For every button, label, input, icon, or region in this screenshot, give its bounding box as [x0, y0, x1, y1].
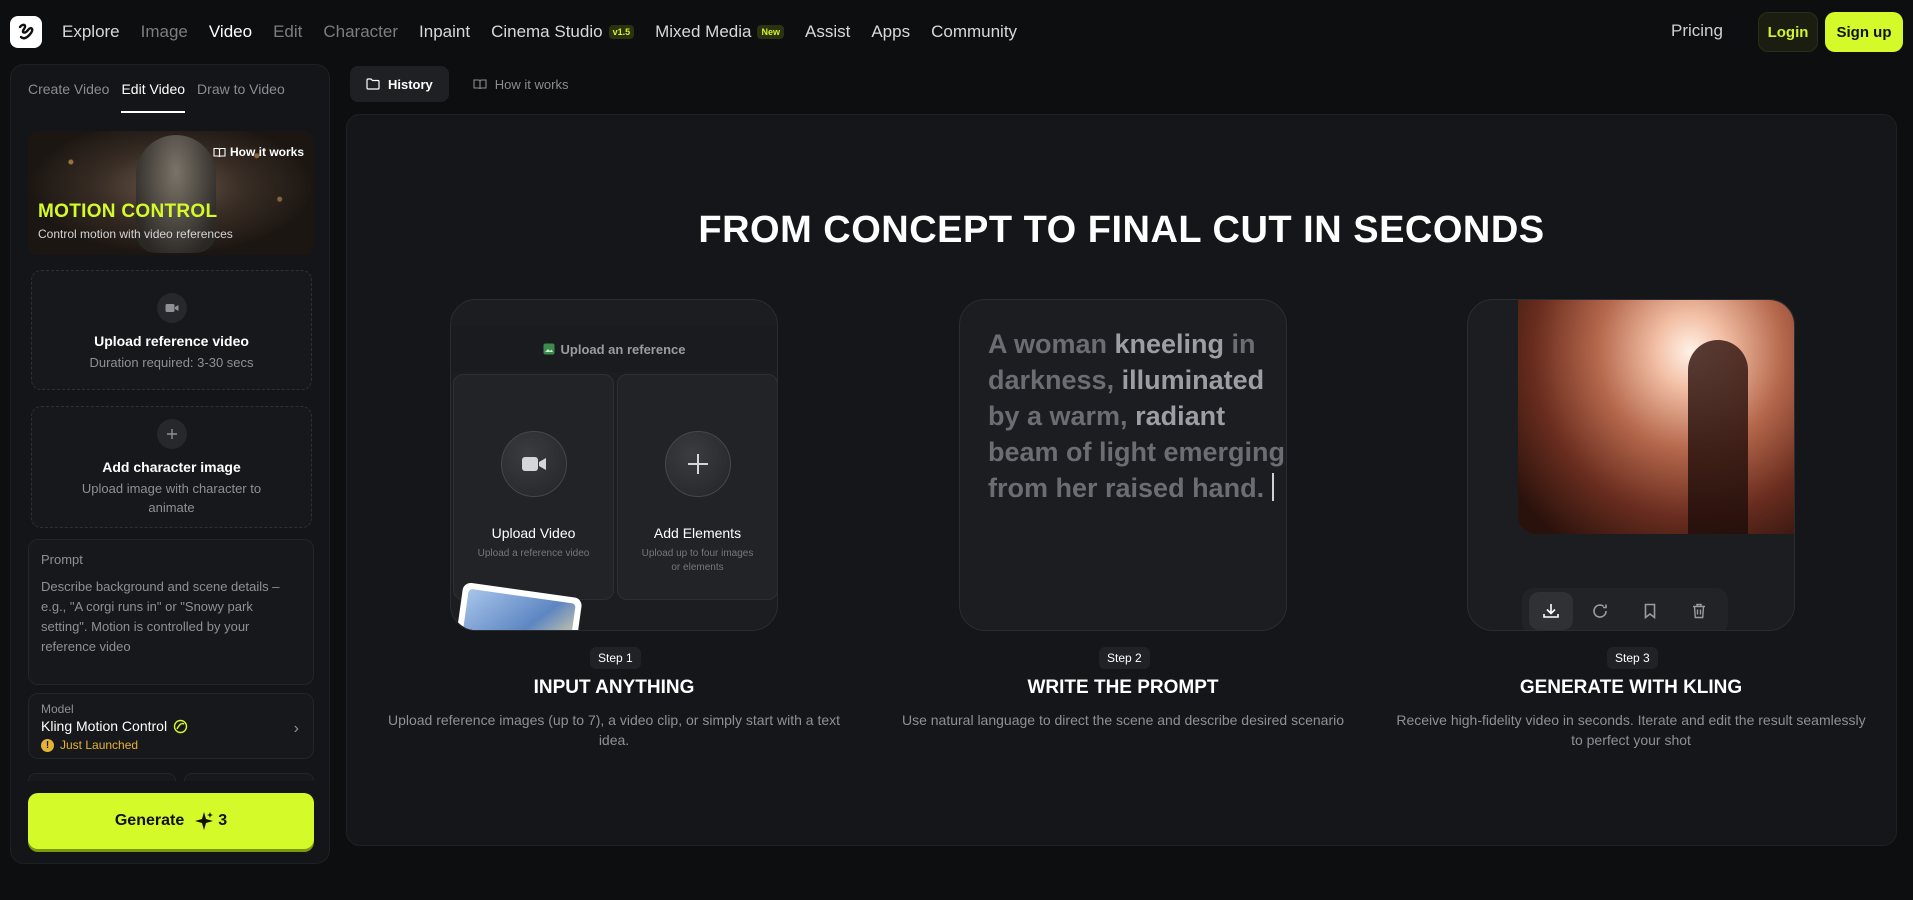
- step2-title: WRITE THE PROMPT: [1027, 677, 1219, 698]
- nav-cinema-studio[interactable]: Cinema Studio v1.5: [491, 22, 635, 42]
- step1-description: Upload reference images (up to 7), a vid…: [387, 712, 841, 748]
- model-selector[interactable]: Model Kling Motion Control ! Just Launch…: [28, 693, 314, 759]
- upload-video-tile-hint: Upload a reference video: [477, 548, 590, 559]
- book-icon: [213, 147, 226, 157]
- prompt-placeholder: Describe background and scene details – …: [41, 579, 280, 654]
- prompt-label: Prompt: [41, 552, 83, 567]
- add-elements-tile: Add Elements Upload up to four images or…: [617, 374, 777, 600]
- signup-button[interactable]: Sign up: [1825, 12, 1903, 52]
- upload-video-tile-title: Upload Video: [491, 525, 576, 541]
- version-badge: v1.5: [608, 25, 635, 39]
- prompt-textarea[interactable]: Prompt Describe background and scene det…: [28, 539, 314, 685]
- add-character-title: Add character image: [102, 459, 241, 475]
- nav-explore[interactable]: Explore: [62, 22, 120, 42]
- generated-video-preview: [1518, 300, 1794, 534]
- step3-badge: Step 3: [1607, 647, 1658, 669]
- step1-title: INPUT ANYTHING: [533, 677, 695, 698]
- login-button[interactable]: Login: [1758, 12, 1818, 52]
- plus-icon: [664, 431, 731, 497]
- tab-history[interactable]: History: [350, 66, 449, 102]
- add-character-image-dropzone[interactable]: Add character image Upload image with ch…: [31, 406, 312, 528]
- mode-tabs: Create Video Edit Video Draw to Video: [28, 81, 297, 113]
- nav-video[interactable]: Video: [209, 22, 252, 42]
- nav-community[interactable]: Community: [931, 22, 1017, 42]
- credit-cost: 3: [218, 812, 228, 829]
- step3-illustration: [1467, 299, 1795, 631]
- step1-illustration: Upload an reference Upload Video Upload …: [450, 299, 778, 631]
- model-label: Model: [41, 702, 74, 716]
- nav-pricing[interactable]: Pricing: [1671, 21, 1723, 41]
- regenerate-icon: [1578, 592, 1622, 630]
- download-icon: [1528, 592, 1573, 630]
- example-prompt-text: A woman kneeling in darkness, illuminate…: [988, 329, 1286, 503]
- trash-icon: [1677, 592, 1721, 630]
- add-character-hint: Upload image with character to animate: [81, 481, 262, 515]
- image-icon: [543, 343, 554, 355]
- step2-description: Use natural language to direct the scene…: [901, 712, 1345, 728]
- nav-links: Explore Image Video Edit Character Inpai…: [62, 20, 1038, 44]
- nav-image[interactable]: Image: [141, 22, 188, 42]
- page-headline: FROM CONCEPT TO FINAL CUT IN SECONDS: [698, 209, 1545, 251]
- nav-inpaint[interactable]: Inpaint: [419, 22, 470, 42]
- settings-card-edge: [28, 773, 176, 781]
- video-camera-icon: [500, 431, 567, 497]
- banner-how-it-works-link[interactable]: How it works: [213, 145, 304, 159]
- kling-logo-icon: [173, 719, 188, 733]
- book-icon: [473, 79, 487, 90]
- banner-subtitle: Control motion with video references: [38, 227, 233, 241]
- motion-control-banner[interactable]: How it works MOTION CONTROL Control moti…: [28, 131, 314, 255]
- new-badge: New: [757, 25, 784, 39]
- folder-icon: [366, 78, 380, 90]
- chevron-right-icon: ›: [293, 720, 299, 737]
- nav-apps[interactable]: Apps: [871, 22, 910, 42]
- banner-title: MOTION CONTROL: [38, 201, 218, 222]
- video-camera-icon: [156, 293, 187, 323]
- upload-video-hint: Duration required: 3-30 secs: [89, 355, 254, 370]
- plus-icon: [156, 419, 187, 449]
- sidebar-panel: Create Video Edit Video Draw to Video Ho…: [10, 64, 330, 864]
- tab-edit-video[interactable]: Edit Video: [121, 81, 186, 113]
- upload-video-tile: Upload Video Upload a reference video: [453, 374, 614, 600]
- model-name: Kling Motion Control: [41, 718, 168, 734]
- nav-assist[interactable]: Assist: [805, 22, 850, 42]
- nav-character[interactable]: Character: [323, 22, 398, 42]
- tab-create-video[interactable]: Create Video: [28, 81, 109, 113]
- step1-badge: Step 1: [590, 647, 641, 669]
- top-navigation: Explore Image Video Edit Character Inpai…: [0, 0, 1913, 64]
- text-caret: [1272, 473, 1275, 501]
- upload-reference-header: Upload an reference: [451, 326, 777, 372]
- sparkle-icon: [195, 812, 214, 830]
- logo-icon: [18, 23, 34, 40]
- tab-how-it-works[interactable]: How it works: [457, 66, 585, 102]
- add-elements-tile-hint: Upload up to four images or elements: [641, 548, 754, 573]
- add-elements-tile-title: Add Elements: [653, 525, 742, 541]
- nav-edit[interactable]: Edit: [273, 22, 302, 42]
- alert-icon: !: [41, 738, 54, 752]
- step2-illustration: A woman kneeling in darkness, illuminate…: [959, 299, 1287, 631]
- result-action-bar: [1522, 588, 1728, 630]
- upload-video-title: Upload reference video: [94, 333, 249, 349]
- settings-card-edge: [184, 773, 314, 781]
- tab-draw-to-video[interactable]: Draw to Video: [197, 81, 285, 113]
- just-launched-badge: Just Launched: [60, 738, 139, 752]
- nav-mixed-media[interactable]: Mixed Media New: [655, 22, 784, 42]
- bookmark-icon: [1628, 592, 1672, 630]
- step2-badge: Step 2: [1099, 647, 1150, 669]
- content-tabs: History How it works: [350, 66, 584, 102]
- step3-description: Receive high-fidelity video in seconds. …: [1396, 712, 1866, 748]
- step3-title: GENERATE WITH KLING: [1519, 677, 1743, 698]
- generate-button[interactable]: Generate 3: [28, 793, 314, 849]
- app-logo[interactable]: [10, 16, 42, 48]
- upload-reference-video-dropzone[interactable]: Upload reference video Duration required…: [31, 270, 312, 390]
- onboarding-panel: FROM CONCEPT TO FINAL CUT IN SECONDS Upl…: [346, 114, 1897, 846]
- preview-figure: [1688, 340, 1748, 534]
